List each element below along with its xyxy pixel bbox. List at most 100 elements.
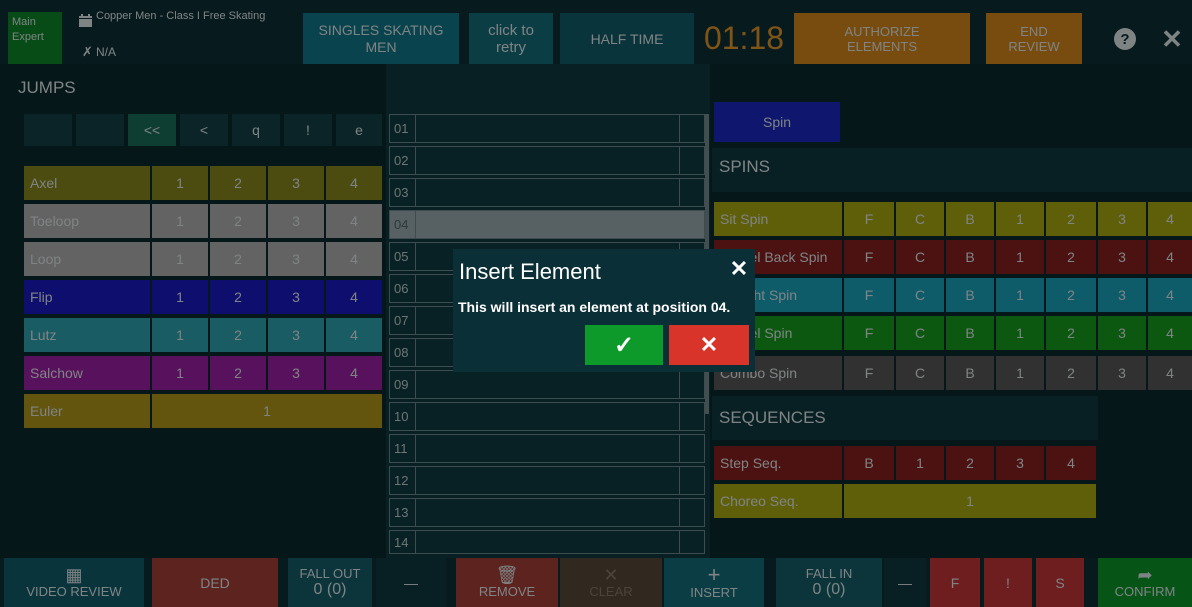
jump-axel-2[interactable]: 2	[210, 166, 266, 200]
spin-camelback-F[interactable]: F	[844, 240, 894, 274]
step-seq-1[interactable]: 1	[896, 446, 944, 480]
modifier-under[interactable]: <	[180, 114, 228, 146]
jump-euler-label[interactable]: Euler	[24, 394, 150, 428]
spin-camelback-1[interactable]: 1	[996, 240, 1044, 274]
close-icon[interactable]: ✕	[1158, 24, 1186, 54]
spin-sit-3[interactable]: 3	[1098, 202, 1146, 236]
jump-loop-3[interactable]: 3	[268, 242, 324, 276]
ded-button[interactable]: DED	[152, 558, 278, 607]
jump-flip-1[interactable]: 1	[152, 280, 208, 314]
jump-loop-2[interactable]: 2	[210, 242, 266, 276]
jump-salchow-label[interactable]: Salchow	[24, 356, 150, 390]
spin-camel-4[interactable]: 4	[1148, 316, 1192, 350]
element-row-09[interactable]: 09	[389, 370, 705, 399]
spin-sit-2[interactable]: 2	[1046, 202, 1096, 236]
step-seq-B[interactable]: B	[844, 446, 894, 480]
spin-upright-2[interactable]: 2	[1046, 278, 1096, 312]
spin-sit-4[interactable]: 4	[1148, 202, 1192, 236]
jump-axel-label[interactable]: Axel	[24, 166, 150, 200]
spin-upright-F[interactable]: F	[844, 278, 894, 312]
spin-sit-C[interactable]: C	[896, 202, 944, 236]
jump-lutz-1[interactable]: 1	[152, 318, 208, 352]
help-icon[interactable]: ?	[1114, 28, 1136, 50]
fall-out-minus-button[interactable]: —	[376, 558, 446, 607]
jump-lutz-4[interactable]: 4	[326, 318, 382, 352]
jump-lutz-2[interactable]: 2	[210, 318, 266, 352]
jump-salchow-3[interactable]: 3	[268, 356, 324, 390]
jump-toeloop-4[interactable]: 4	[326, 204, 382, 238]
spin-camel-F[interactable]: F	[844, 316, 894, 350]
step-seq-label[interactable]: Step Seq.	[714, 446, 842, 480]
element-row-02[interactable]: 02	[389, 146, 705, 175]
choreo-seq-1[interactable]: 1	[844, 484, 1096, 518]
element-row-10[interactable]: 10	[389, 402, 705, 431]
spin-sit-1[interactable]: 1	[996, 202, 1044, 236]
element-row-14[interactable]: 14	[389, 530, 705, 554]
clear-button[interactable]: ✕ CLEAR	[560, 558, 662, 607]
fall-in-minus-button[interactable]: —	[884, 558, 926, 607]
spin-camelback-B[interactable]: B	[946, 240, 994, 274]
modifier-quarter[interactable]: q	[232, 114, 280, 146]
element-row-04[interactable]: 04	[389, 210, 705, 239]
spin-sit-B[interactable]: B	[946, 202, 994, 236]
jump-loop-4[interactable]: 4	[326, 242, 382, 276]
jump-lutz-3[interactable]: 3	[268, 318, 324, 352]
spin-combo-F[interactable]: F	[844, 356, 894, 390]
spin-combo-1[interactable]: 1	[996, 356, 1044, 390]
modifier-attention[interactable]: !	[284, 114, 332, 146]
jump-flip-4[interactable]: 4	[326, 280, 382, 314]
jump-flip-label[interactable]: Flip	[24, 280, 150, 314]
jump-euler-1[interactable]: 1	[152, 394, 382, 428]
jump-toeloop-1[interactable]: 1	[152, 204, 208, 238]
jump-flip-3[interactable]: 3	[268, 280, 324, 314]
authorize-elements-button[interactable]: AUTHORIZE ELEMENTS	[794, 13, 970, 64]
jump-axel-1[interactable]: 1	[152, 166, 208, 200]
spin-combo-2[interactable]: 2	[1046, 356, 1096, 390]
spin-combo-C[interactable]: C	[896, 356, 944, 390]
half-time-button[interactable]: HALF TIME	[560, 13, 694, 64]
step-seq-4[interactable]: 4	[1046, 446, 1096, 480]
end-review-button[interactable]: END REVIEW	[986, 13, 1082, 64]
spin-camelback-C[interactable]: C	[896, 240, 944, 274]
jump-salchow-4[interactable]: 4	[326, 356, 382, 390]
spin-upright-C[interactable]: C	[896, 278, 944, 312]
jump-loop-1[interactable]: 1	[152, 242, 208, 276]
spin-combo-4[interactable]: 4	[1148, 356, 1192, 390]
jump-lutz-label[interactable]: Lutz	[24, 318, 150, 352]
spin-camel-1[interactable]: 1	[996, 316, 1044, 350]
spin-sit-label[interactable]: Sit Spin	[714, 202, 842, 236]
jump-loop-label[interactable]: Loop	[24, 242, 150, 276]
remove-button[interactable]: 🗑 REMOVE	[456, 558, 558, 607]
spin-combo-B[interactable]: B	[946, 356, 994, 390]
dialog-cancel-button[interactable]: ✕	[669, 325, 749, 365]
modifier-blank-2[interactable]	[76, 114, 124, 146]
jump-axel-3[interactable]: 3	[268, 166, 324, 200]
insert-button[interactable]: + INSERT	[664, 558, 764, 607]
dialog-confirm-button[interactable]: ✓	[585, 325, 663, 365]
spin-combo-3[interactable]: 3	[1098, 356, 1146, 390]
jump-flip-2[interactable]: 2	[210, 280, 266, 314]
spin-camelback-2[interactable]: 2	[1046, 240, 1096, 274]
confirm-button[interactable]: ➦ CONFIRM	[1098, 558, 1192, 607]
spin-upright-4[interactable]: 4	[1148, 278, 1192, 312]
jump-toeloop-label[interactable]: Toeloop	[24, 204, 150, 238]
fall-in-display[interactable]: FALL IN 0 (0)	[776, 558, 882, 607]
jump-salchow-1[interactable]: 1	[152, 356, 208, 390]
modifier-blank-1[interactable]	[24, 114, 72, 146]
fall-flag-f-button[interactable]: F	[930, 558, 980, 607]
modifier-double-under[interactable]: <<	[128, 114, 176, 146]
spin-camelback-3[interactable]: 3	[1098, 240, 1146, 274]
spin-button[interactable]: Spin	[714, 102, 840, 142]
spin-camel-2[interactable]: 2	[1046, 316, 1096, 350]
dialog-close-icon[interactable]: ✕	[727, 256, 751, 281]
video-review-button[interactable]: ▦ VIDEO REVIEW	[4, 558, 144, 607]
spin-upright-3[interactable]: 3	[1098, 278, 1146, 312]
judge-badge[interactable]: Main Expert	[8, 12, 62, 64]
step-seq-2[interactable]: 2	[946, 446, 994, 480]
jump-toeloop-2[interactable]: 2	[210, 204, 266, 238]
jump-toeloop-3[interactable]: 3	[268, 204, 324, 238]
jump-axel-4[interactable]: 4	[326, 166, 382, 200]
spin-camel-C[interactable]: C	[896, 316, 944, 350]
spin-sit-F[interactable]: F	[844, 202, 894, 236]
element-row-12[interactable]: 12	[389, 466, 705, 495]
